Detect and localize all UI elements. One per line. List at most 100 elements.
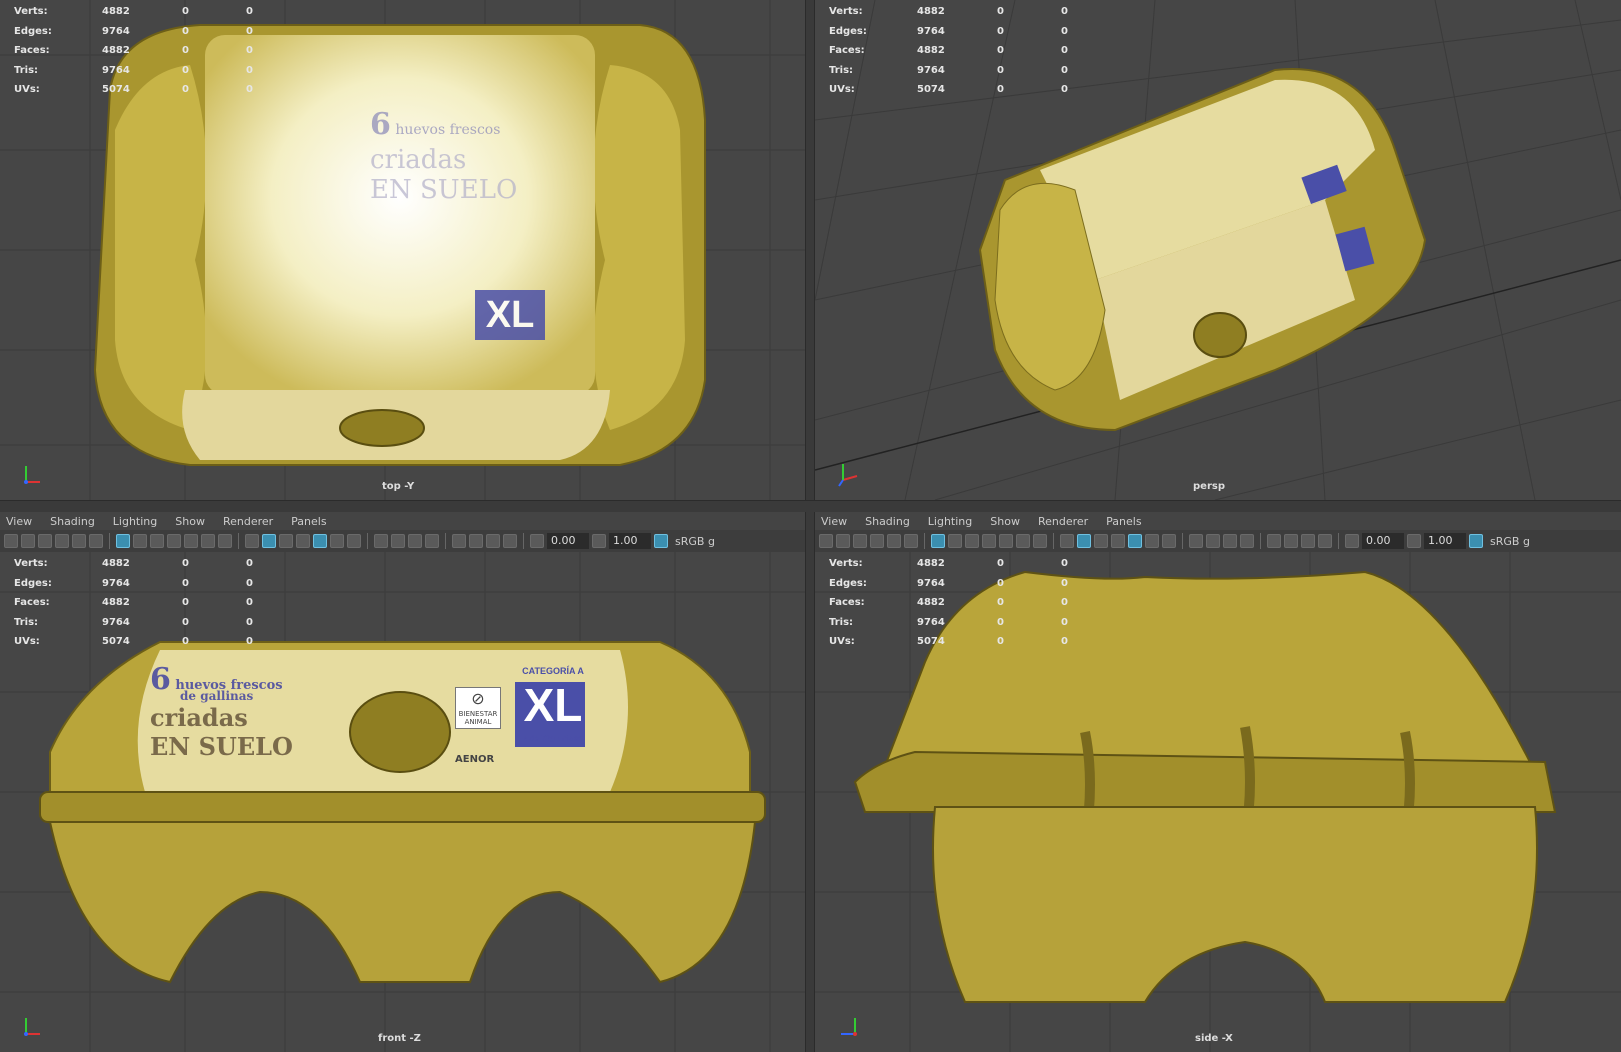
- viewport-side[interactable]: View Shading Lighting Show Renderer Pane…: [815, 512, 1621, 1052]
- colorspace-dropdown[interactable]: sRGB g: [1490, 535, 1530, 548]
- shadows-icon[interactable]: [347, 534, 361, 548]
- textured-icon[interactable]: [1128, 534, 1142, 548]
- gamma-icon[interactable]: [1407, 534, 1421, 548]
- anti-alias-icon[interactable]: [1223, 534, 1237, 548]
- xray-joints-icon[interactable]: [486, 534, 500, 548]
- resolution-gate-icon[interactable]: [965, 534, 979, 548]
- poly-count-hud: Verts: 4882 0 0 Edges: 9764 0 0 Faces: 4882 0 0 T…: [829, 558, 1068, 647]
- axis-gizmo-icon: [24, 466, 40, 484]
- pane-divider-horizontal[interactable]: [0, 500, 1621, 512]
- default-material-icon[interactable]: [1094, 534, 1108, 548]
- exposure-field[interactable]: 0.00: [1362, 533, 1404, 549]
- poly-count-hud: Verts: 4882 0 0 Edges: 9764 0 0 Faces: 4882 0 0 T…: [829, 6, 1068, 95]
- lights-icon[interactable]: [330, 534, 344, 548]
- motion-blur-icon[interactable]: [391, 534, 405, 548]
- xl-badge: XL: [475, 290, 545, 340]
- grease-pencil-icon[interactable]: [89, 534, 103, 548]
- menu-show[interactable]: Show: [175, 515, 205, 528]
- separator: [523, 533, 524, 549]
- color-management-icon[interactable]: [1469, 534, 1483, 548]
- exposure-icon[interactable]: [530, 534, 544, 548]
- safe-title-icon[interactable]: [1033, 534, 1047, 548]
- camera-icon[interactable]: [4, 534, 18, 548]
- depth-of-field-icon[interactable]: [1240, 534, 1254, 548]
- menu-renderer[interactable]: Renderer: [1038, 515, 1088, 528]
- wireframe-on-shaded-icon[interactable]: [296, 534, 310, 548]
- aenor-text: AENOR: [455, 754, 495, 765]
- exposure-icon[interactable]: [1345, 534, 1359, 548]
- smooth-shade-icon[interactable]: [262, 534, 276, 548]
- grid-icon[interactable]: [116, 534, 130, 548]
- wireframe-on-shaded-icon[interactable]: [1111, 534, 1125, 548]
- pane-divider-vertical[interactable]: [805, 0, 815, 1052]
- anti-alias-icon[interactable]: [408, 534, 422, 548]
- xray-icon[interactable]: [469, 534, 483, 548]
- field-chart-icon[interactable]: [184, 534, 198, 548]
- isolate-select-icon[interactable]: [452, 534, 466, 548]
- ambient-occlusion-icon[interactable]: [374, 534, 388, 548]
- viewport-top[interactable]: 6 huevos frescos criadas EN SUELO XL Ver…: [0, 0, 805, 500]
- camera-attr-icon[interactable]: [836, 534, 850, 548]
- backface-icon[interactable]: [503, 534, 517, 548]
- grid-icon[interactable]: [931, 534, 945, 548]
- exposure-field[interactable]: 0.00: [547, 533, 589, 549]
- smooth-shade-icon[interactable]: [1077, 534, 1091, 548]
- egg-carton-persp-view[interactable]: [945, 50, 1445, 450]
- camera-attr-icon[interactable]: [21, 534, 35, 548]
- xray-joints-icon[interactable]: [1301, 534, 1315, 548]
- default-material-icon[interactable]: [279, 534, 293, 548]
- panel-menu-bar: View Shading Lighting Show Renderer Pane…: [0, 512, 805, 530]
- menu-shading[interactable]: Shading: [50, 515, 95, 528]
- axis-gizmo-icon: [838, 464, 858, 487]
- viewport-canvas[interactable]: 6 huevos frescos criadas EN SUELO XL Ver…: [0, 0, 805, 500]
- viewport-canvas[interactable]: 6 huevos frescos de gallinas criadas EN …: [0, 552, 805, 1052]
- image-plane-icon[interactable]: [55, 534, 69, 548]
- gamma-field[interactable]: 1.00: [609, 533, 651, 549]
- gamma-field[interactable]: 1.00: [1424, 533, 1466, 549]
- 2d-pan-icon[interactable]: [72, 534, 86, 548]
- menu-panels[interactable]: Panels: [291, 515, 326, 528]
- menu-panels[interactable]: Panels: [1106, 515, 1141, 528]
- bookmark-icon[interactable]: [38, 534, 52, 548]
- wireframe-icon[interactable]: [245, 534, 259, 548]
- film-gate-icon[interactable]: [133, 534, 147, 548]
- grease-pencil-icon[interactable]: [904, 534, 918, 548]
- 2d-pan-icon[interactable]: [887, 534, 901, 548]
- menu-lighting[interactable]: Lighting: [113, 515, 157, 528]
- motion-blur-icon[interactable]: [1206, 534, 1220, 548]
- safe-title-icon[interactable]: [218, 534, 232, 548]
- colorspace-dropdown[interactable]: sRGB g: [675, 535, 715, 548]
- xray-icon[interactable]: [1284, 534, 1298, 548]
- wireframe-icon[interactable]: [1060, 534, 1074, 548]
- textured-icon[interactable]: [313, 534, 327, 548]
- resolution-gate-icon[interactable]: [150, 534, 164, 548]
- safe-action-icon[interactable]: [201, 534, 215, 548]
- depth-of-field-icon[interactable]: [425, 534, 439, 548]
- safe-action-icon[interactable]: [1016, 534, 1030, 548]
- ambient-occlusion-icon[interactable]: [1189, 534, 1203, 548]
- viewport-persp[interactable]: Verts: 4882 0 0 Edges: 9764 0 0 Faces: 4882 0 0 T…: [815, 0, 1621, 500]
- gamma-icon[interactable]: [592, 534, 606, 548]
- axis-gizmo-icon: [24, 1018, 40, 1036]
- image-plane-icon[interactable]: [870, 534, 884, 548]
- shadows-icon[interactable]: [1162, 534, 1176, 548]
- menu-shading[interactable]: Shading: [865, 515, 910, 528]
- bookmark-icon[interactable]: [853, 534, 867, 548]
- gate-mask-icon[interactable]: [167, 534, 181, 548]
- lights-icon[interactable]: [1145, 534, 1159, 548]
- film-gate-icon[interactable]: [948, 534, 962, 548]
- color-management-icon[interactable]: [654, 534, 668, 548]
- viewport-canvas[interactable]: Verts: 4882 0 0 Edges: 9764 0 0 Faces: 4882 0 0 T…: [815, 0, 1621, 500]
- viewport-canvas[interactable]: Verts: 4882 0 0 Edges: 9764 0 0 Faces: 4882 0 0 T…: [815, 552, 1621, 1052]
- viewport-front[interactable]: View Shading Lighting Show Renderer Pane…: [0, 512, 805, 1052]
- menu-renderer[interactable]: Renderer: [223, 515, 273, 528]
- menu-show[interactable]: Show: [990, 515, 1020, 528]
- isolate-select-icon[interactable]: [1267, 534, 1281, 548]
- camera-icon[interactable]: [819, 534, 833, 548]
- menu-lighting[interactable]: Lighting: [928, 515, 972, 528]
- menu-view[interactable]: View: [6, 515, 32, 528]
- gate-mask-icon[interactable]: [982, 534, 996, 548]
- backface-icon[interactable]: [1318, 534, 1332, 548]
- menu-view[interactable]: View: [821, 515, 847, 528]
- field-chart-icon[interactable]: [999, 534, 1013, 548]
